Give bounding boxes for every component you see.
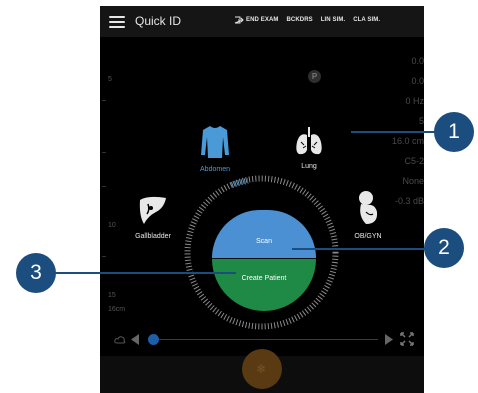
param-value: 0 Hz <box>405 96 424 106</box>
cloud-icon[interactable] <box>114 334 126 346</box>
create-patient-label: Create Patient <box>241 275 287 282</box>
preset-abdomen[interactable]: Abdomen <box>192 125 238 173</box>
app-title: Quick ID <box>135 14 182 28</box>
end-exam-button[interactable]: END EXAM <box>234 16 278 24</box>
play-icon[interactable] <box>384 333 394 346</box>
cine-slider-track[interactable] <box>148 339 378 340</box>
top-bar: Quick ID END EXAM BCKDRS LIN SIM. CLA SI… <box>100 6 424 37</box>
param-value: -0.3 dB <box>394 196 424 206</box>
param-value: C5-2 <box>404 156 424 166</box>
param-value: 0.0 <box>411 56 424 66</box>
liver-icon <box>139 196 166 224</box>
callout-line-1 <box>351 131 441 133</box>
preset-lung[interactable]: Lung <box>286 126 332 170</box>
depth-label: 15 <box>108 292 116 299</box>
lungs-icon <box>296 127 322 155</box>
ruler-tick <box>102 100 106 101</box>
param-value: 16.0 cm <box>391 136 424 146</box>
device-screen: Quick ID END EXAM BCKDRS LIN SIM. CLA SI… <box>100 6 424 393</box>
preset-label: Lung <box>301 163 317 170</box>
callout-line-3 <box>40 272 236 274</box>
callout-badge-2: 2 <box>424 228 464 268</box>
depth-label: 10 <box>108 222 116 229</box>
freeze-button[interactable]: ❄ <box>242 349 282 389</box>
fullscreen-icon[interactable] <box>400 332 414 346</box>
callout-line-2 <box>292 248 428 250</box>
snowflake-icon: ❄ <box>256 362 267 376</box>
param-value: None <box>402 176 424 186</box>
menu-icon[interactable] <box>109 16 125 28</box>
depth-label: 16cm <box>108 306 126 313</box>
depth-label: 5 <box>108 76 112 83</box>
preset-obgyn[interactable]: OB/GYN <box>346 190 390 240</box>
ruler-tick <box>102 186 106 187</box>
callout-badge-1: 1 <box>434 112 474 152</box>
torso-icon <box>201 126 229 158</box>
imaging-parameters: 0.0 0.0 0 Hz 5 16.0 cm C5-2 None -0.3 dB <box>384 46 424 206</box>
callout-badge-3: 3 <box>16 253 56 293</box>
end-exam-label: END EXAM <box>246 17 279 23</box>
cla-sim-button[interactable]: CLA SIM. <box>353 17 380 23</box>
preset-label: Gallbladder <box>135 233 171 240</box>
preset-label: OB/GYN <box>354 233 382 240</box>
probe-badge: P <box>308 70 321 83</box>
top-actions: END EXAM BCKDRS LIN SIM. CLA SIM. <box>234 16 380 24</box>
lin-sim-button[interactable]: LIN SIM. <box>321 17 345 23</box>
scan-label: Scan <box>256 237 272 245</box>
param-value: 0.0 <box>411 76 424 86</box>
fetus-icon <box>359 191 378 224</box>
param-value: 5 <box>418 116 424 126</box>
cine-slider-handle[interactable] <box>148 334 159 345</box>
exit-icon <box>234 16 244 24</box>
ruler-tick <box>102 152 106 153</box>
rewind-icon[interactable] <box>130 333 140 346</box>
preset-gallbladder[interactable]: Gallbladder <box>126 194 180 240</box>
ruler-tick <box>102 256 106 257</box>
bckdrs-button[interactable]: BCKDRS <box>286 17 312 23</box>
